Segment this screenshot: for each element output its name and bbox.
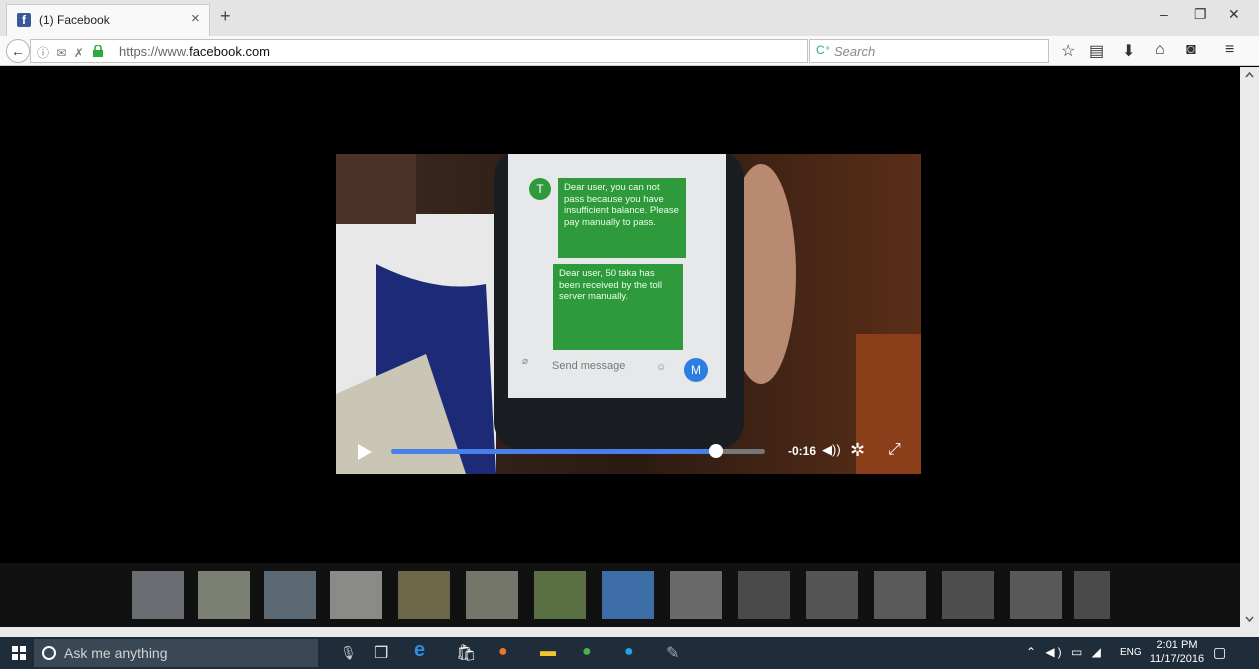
thumbnail[interactable] — [1074, 571, 1110, 619]
search-placeholder: Search — [834, 44, 876, 59]
fullscreen-icon[interactable]: ⤢ — [888, 441, 901, 459]
task-view-icon[interactable]: ❒ — [374, 643, 388, 663]
thumbnail[interactable] — [670, 571, 722, 619]
search-box[interactable]: C⁺ Search — [809, 39, 1049, 63]
tab-facebook[interactable]: f (1) Facebook × — [6, 4, 210, 36]
site-identity-icons[interactable]: ⓘ ✉ ✗ — [37, 44, 86, 61]
microphone-icon[interactable]: 🎙 — [340, 645, 357, 661]
thumbnail-strip — [0, 563, 1240, 627]
lock-icon — [93, 45, 103, 57]
facebook-favicon-icon: f — [17, 13, 31, 27]
thumbnail[interactable] — [330, 571, 382, 619]
video-player[interactable]: T Dear user, you can not pass because yo… — [336, 154, 921, 474]
reading-list-icon[interactable]: ▤ — [1089, 41, 1104, 61]
tab-title: (1) Facebook — [39, 13, 110, 27]
play-icon[interactable] — [358, 444, 372, 460]
url-text[interactable]: https://www.facebook.com — [119, 44, 270, 59]
thumbnail[interactable] — [398, 571, 450, 619]
menu-icon[interactable]: ≡ — [1225, 41, 1234, 59]
new-tab-button[interactable]: + — [220, 6, 231, 27]
scroll-up-icon[interactable] — [1240, 69, 1259, 81]
thumbnail[interactable] — [806, 571, 858, 619]
progress-fill — [391, 449, 717, 454]
edge-icon[interactable]: e — [414, 639, 425, 662]
url-bar[interactable]: ⓘ ✉ ✗ https://www.facebook.com ↻ — [30, 39, 822, 63]
vertical-scrollbar[interactable] — [1240, 67, 1259, 627]
thumbnail[interactable] — [534, 571, 586, 619]
thumbnail[interactable] — [264, 571, 316, 619]
progress-bar[interactable] — [391, 444, 765, 458]
video-controls: -0:16 ◀)) ✲ ⤢ — [336, 430, 921, 474]
skype-icon[interactable]: ● — [624, 643, 634, 661]
cortana-icon — [42, 646, 56, 660]
remaining-time: -0:16 — [788, 444, 817, 458]
pocket-icon[interactable]: ◙ — [1186, 41, 1196, 59]
thumbnail[interactable] — [602, 571, 654, 619]
close-tab-icon[interactable]: × — [191, 10, 200, 27]
attach-icon: ⌀ — [522, 356, 529, 367]
downloads-icon[interactable]: ⬇ — [1122, 41, 1135, 61]
search-engine-icon[interactable]: C⁺ — [816, 43, 831, 57]
restore-button[interactable]: ❐ — [1194, 6, 1207, 23]
tab-strip: f (1) Facebook × + – ❐ ✕ — [0, 0, 1259, 36]
close-window-button[interactable]: ✕ — [1228, 6, 1240, 23]
sender-avatar: T — [529, 178, 551, 200]
sms-bubble-2: Dear user, 50 taka has been received by … — [553, 264, 683, 350]
taskbar: Ask me anything 🎙 ❒ e 🛍 ● ▬ ● ● ✎ ⌃ ◀) ▭… — [0, 637, 1259, 669]
windows-start-icon[interactable] — [12, 646, 26, 660]
settings-gear-icon[interactable]: ✲ — [850, 440, 865, 461]
thumbnail[interactable] — [942, 571, 994, 619]
volume-icon[interactable]: ◀)) — [822, 442, 841, 458]
store-icon[interactable]: 🛍 — [456, 643, 476, 663]
send-button-icon: M — [684, 358, 708, 382]
clock-date[interactable]: 11/17/2016 — [1147, 653, 1207, 665]
send-message-placeholder: Send message — [552, 360, 626, 372]
thumbnail[interactable] — [874, 571, 926, 619]
thumbnail[interactable] — [198, 571, 250, 619]
cortana-placeholder: Ask me anything — [64, 645, 168, 661]
home-icon[interactable]: ⌂ — [1155, 41, 1165, 59]
app-green-icon[interactable]: ● — [582, 643, 592, 661]
emoji-icon: ☺ — [656, 362, 667, 373]
cortana-search[interactable]: Ask me anything — [34, 639, 318, 667]
language-indicator[interactable]: ENG — [1120, 647, 1142, 658]
horizontal-scrollbar[interactable] — [0, 627, 1259, 637]
sms-bubble-1: Dear user, you can not pass because you … — [558, 178, 686, 258]
minimize-button[interactable]: – — [1160, 6, 1168, 22]
system-tray-icons[interactable]: ⌃ ◀) ▭ ◢ — [1026, 645, 1104, 659]
firefox-icon[interactable]: ● — [498, 643, 508, 661]
progress-knob[interactable] — [709, 444, 724, 458]
thumbnail[interactable] — [738, 571, 790, 619]
scroll-down-icon[interactable] — [1240, 613, 1259, 625]
bookmark-star-icon[interactable]: ☆ — [1061, 41, 1075, 61]
thumbnail[interactable] — [1010, 571, 1062, 619]
notifications-icon[interactable]: ▢ — [1213, 644, 1226, 661]
thumbnail[interactable] — [132, 571, 184, 619]
paint-icon[interactable]: ✎ — [666, 643, 679, 663]
thumbnail[interactable] — [466, 571, 518, 619]
clock-time[interactable]: 2:01 PM — [1147, 639, 1207, 651]
file-explorer-icon[interactable]: ▬ — [540, 643, 556, 661]
back-button[interactable]: ← — [6, 39, 30, 63]
